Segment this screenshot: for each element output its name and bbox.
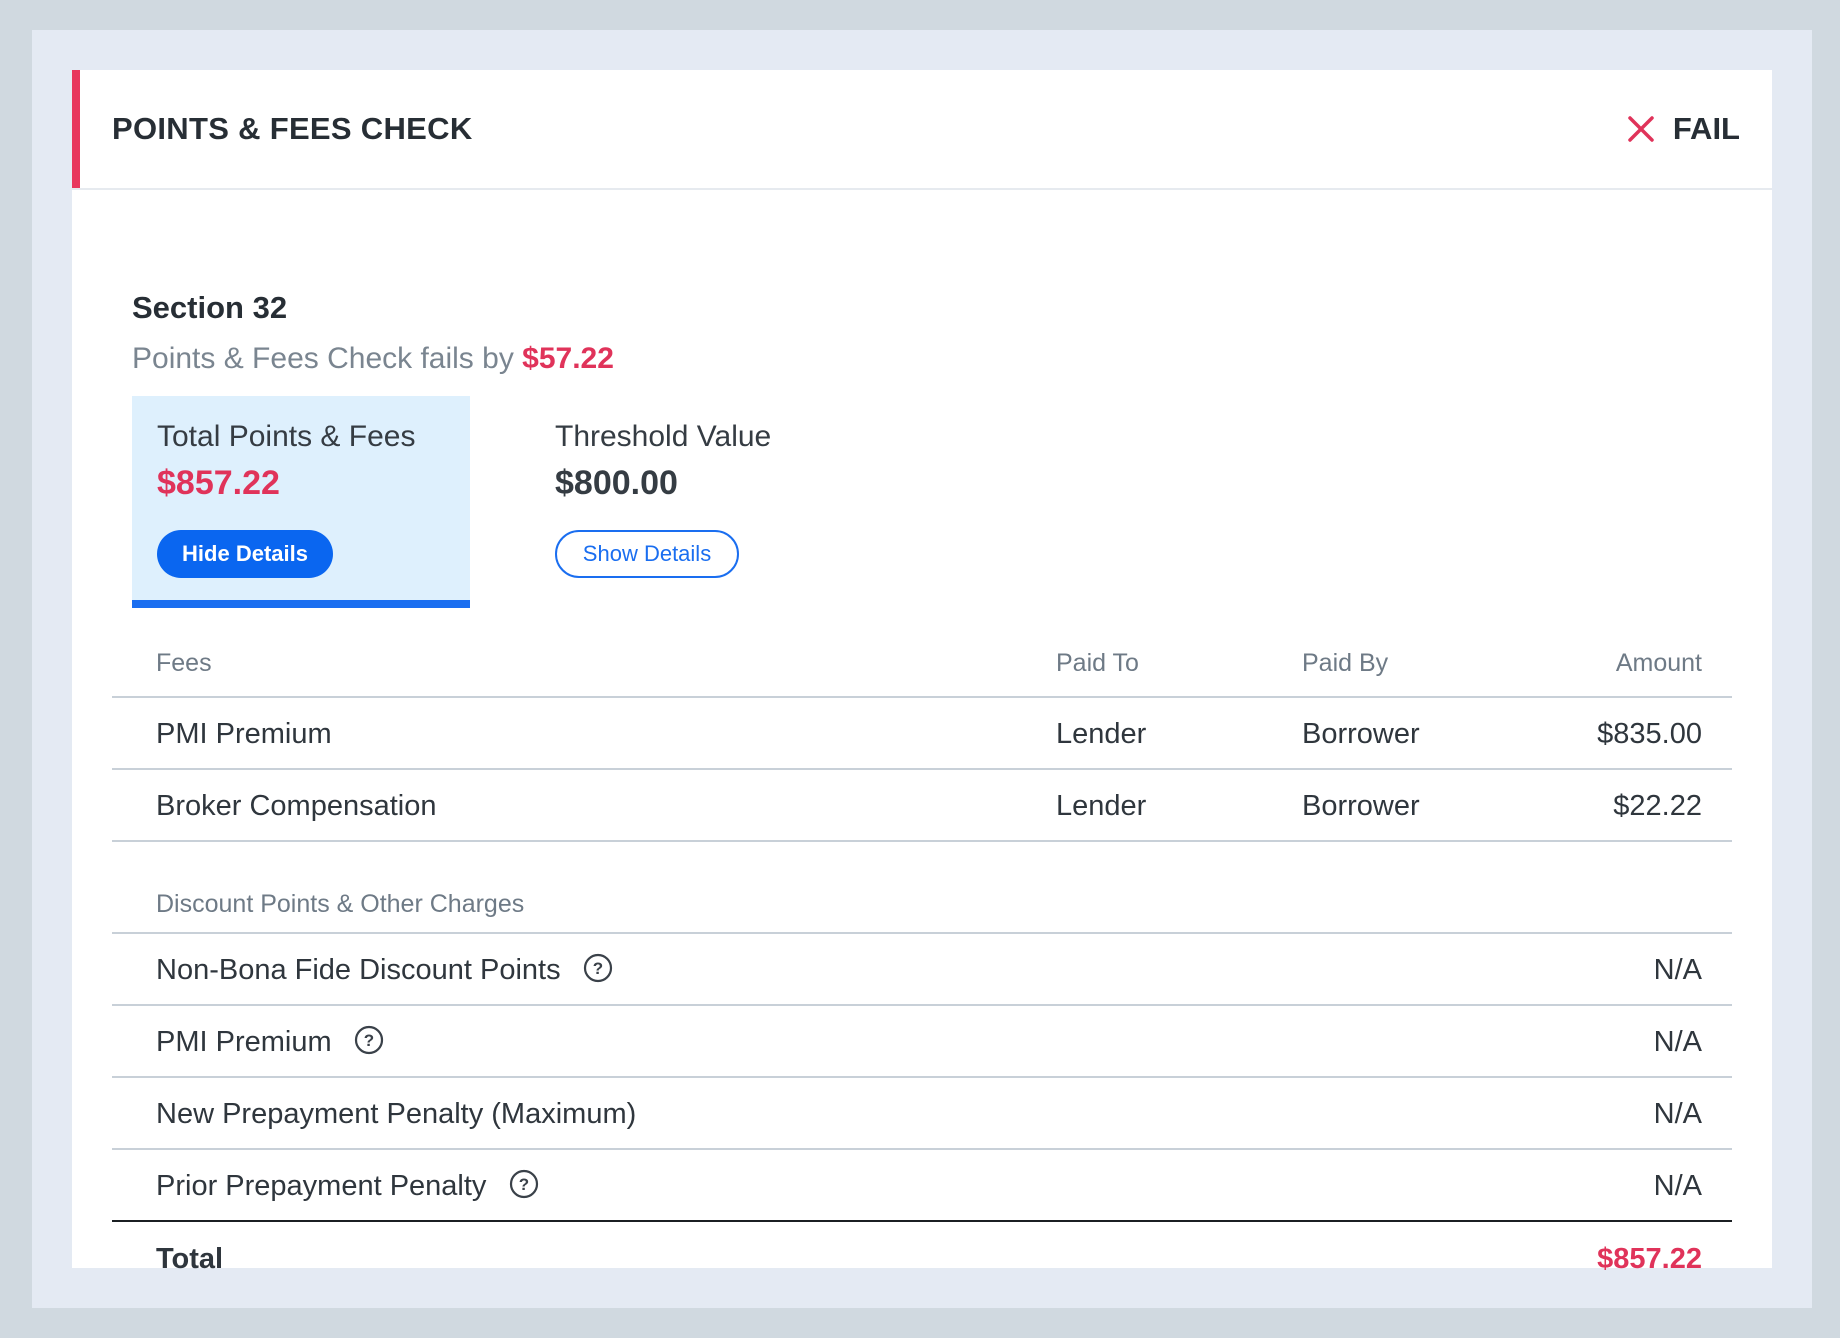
show-details-button[interactable]: Show Details: [555, 530, 739, 578]
close-x-icon: [1628, 116, 1654, 142]
charge-name: Non-Bona Fide Discount Points: [156, 954, 561, 986]
total-label: Total: [156, 1243, 224, 1275]
fee-amount: $22.22: [1613, 790, 1702, 822]
table-row: Prior Prepayment Penalty ? N/A: [112, 1150, 1732, 1222]
table-row: New Prepayment Penalty (Maximum) N/A: [112, 1078, 1732, 1150]
metric-label: Total Points & Fees: [157, 420, 416, 453]
charge-name-cell: PMI Premium ?: [156, 1006, 384, 1078]
charge-amount: N/A: [1653, 954, 1702, 986]
fees-table: Fees Paid To Paid By Amount PMI Premium …: [112, 628, 1732, 1296]
fee-name: Broker Compensation: [156, 790, 437, 822]
group-label: Discount Points & Other Charges: [156, 890, 525, 918]
metric-value: $800.00: [555, 464, 678, 502]
fee-paid-by: Borrower: [1302, 790, 1420, 822]
table-header-row: Fees Paid To Paid By Amount: [112, 628, 1732, 698]
subtitle-text: Points & Fees Check fails by: [132, 342, 514, 375]
group-header-row: Discount Points & Other Charges: [112, 842, 1732, 934]
fee-paid-to: Lender: [1056, 790, 1147, 822]
fee-paid-to: Lender: [1056, 718, 1147, 750]
charge-amount: N/A: [1653, 1026, 1702, 1058]
column-header-fees: Fees: [156, 649, 212, 677]
fail-amount: $57.22: [522, 342, 614, 375]
active-tab-underline: [132, 600, 470, 608]
hide-details-button[interactable]: Hide Details: [157, 530, 333, 578]
charge-name-cell: Non-Bona Fide Discount Points ?: [156, 934, 613, 1006]
column-header-paid-by: Paid By: [1302, 649, 1389, 677]
section-subtitle: Points & Fees Check fails by $57.22: [132, 342, 614, 376]
help-icon[interactable]: ?: [354, 1025, 384, 1055]
table-row: PMI Premium Lender Borrower $835.00: [112, 698, 1732, 770]
charge-name-cell: Prior Prepayment Penalty ?: [156, 1150, 539, 1222]
section-title: Section 32: [132, 290, 288, 325]
charge-name: New Prepayment Penalty (Maximum): [156, 1098, 637, 1130]
points-fees-card: POINTS & FEES CHECK FAIL Section 32 Poin…: [72, 70, 1772, 1275]
metric-label: Threshold Value: [555, 420, 772, 453]
charge-amount: N/A: [1653, 1098, 1702, 1130]
status-indicator: FAIL: [1627, 70, 1740, 188]
svg-text:?: ?: [518, 1175, 528, 1194]
total-amount: $857.22: [1597, 1243, 1702, 1275]
column-header-amount: Amount: [1615, 649, 1702, 677]
svg-text:?: ?: [364, 1031, 374, 1050]
svg-text:?: ?: [592, 959, 602, 978]
card-header: POINTS & FEES CHECK FAIL: [72, 70, 1772, 190]
threshold-value-tab[interactable]: Threshold Value $800.00 Show Details: [530, 396, 870, 608]
total-row: Total $857.22: [112, 1222, 1732, 1296]
column-header-paid-to: Paid To: [1056, 649, 1139, 677]
charge-name: PMI Premium: [156, 1026, 332, 1058]
charge-amount: N/A: [1653, 1170, 1702, 1202]
table-row: PMI Premium ? N/A: [112, 1006, 1732, 1078]
status-label: FAIL: [1672, 111, 1740, 146]
fail-accent-bar: [72, 70, 80, 188]
table-row: Non-Bona Fide Discount Points ? N/A: [112, 934, 1732, 1006]
fee-amount: $835.00: [1597, 718, 1702, 750]
help-icon[interactable]: ?: [583, 953, 613, 983]
card-title: POINTS & FEES CHECK: [112, 111, 473, 146]
total-points-fees-tab[interactable]: Total Points & Fees $857.22 Hide Details: [132, 396, 470, 608]
metric-value: $857.22: [157, 464, 280, 502]
charge-name: Prior Prepayment Penalty: [156, 1170, 487, 1202]
fee-paid-by: Borrower: [1302, 718, 1420, 750]
fee-name: PMI Premium: [156, 718, 332, 750]
page-background: POINTS & FEES CHECK FAIL Section 32 Poin…: [32, 30, 1812, 1308]
help-icon[interactable]: ?: [509, 1169, 539, 1199]
table-row: Broker Compensation Lender Borrower $22.…: [112, 770, 1732, 842]
